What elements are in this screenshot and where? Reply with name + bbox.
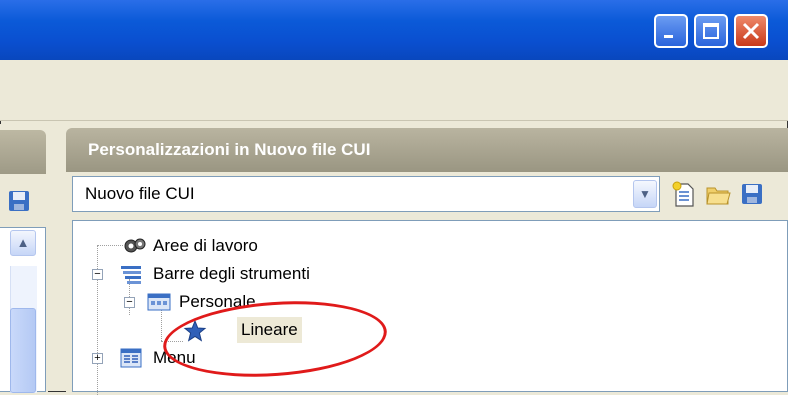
maximize-button[interactable]	[694, 14, 728, 48]
left-panel-header	[0, 130, 46, 174]
minimize-icon	[664, 35, 673, 38]
customizations-tree[interactable]: Aree di lavoro − Barre degli strumenti −…	[72, 220, 788, 395]
minimize-button[interactable]	[654, 14, 688, 48]
save-icon[interactable]	[738, 180, 766, 208]
maximize-icon	[703, 23, 719, 39]
collapse-button[interactable]: −	[92, 269, 103, 280]
chevron-down-icon[interactable]: ▼	[633, 180, 657, 208]
tree-item-barre-degli-strumenti[interactable]: − Barre degli strumenti	[73, 261, 393, 287]
cui-file-select-value: Nuovo file CUI	[85, 184, 195, 203]
close-icon	[742, 22, 760, 40]
left-tree-list[interactable]: ▲	[0, 227, 46, 393]
close-button[interactable]	[734, 14, 768, 48]
menu-bar	[0, 60, 788, 121]
scroll-up-button[interactable]: ▲	[10, 230, 36, 256]
customizations-panel-header: Personalizzazioni in Nuovo file CUI	[66, 128, 788, 172]
save-icon[interactable]	[8, 190, 30, 212]
expand-button[interactable]: +	[92, 353, 103, 364]
panel-title: Personalizzazioni in Nuovo file CUI	[88, 140, 371, 159]
cui-file-select[interactable]: Nuovo file CUI ▼	[72, 176, 660, 212]
new-file-icon[interactable]	[670, 180, 698, 208]
toolbar-icon	[147, 293, 171, 311]
collapse-button[interactable]: −	[124, 297, 135, 308]
tree-item-aree-di-lavoro[interactable]: Aree di lavoro	[73, 233, 373, 259]
left-panel: ▲	[0, 124, 48, 393]
tree-item-label: Aree di lavoro	[153, 236, 258, 255]
title-bar	[0, 0, 788, 60]
gears-icon	[124, 238, 146, 253]
menu-icon	[120, 348, 142, 368]
scrollbar-thumb[interactable]	[10, 308, 36, 393]
toolbars-icon	[121, 266, 141, 284]
tree-item-label: Barre degli strumenti	[153, 264, 310, 283]
open-folder-icon[interactable]	[704, 180, 732, 208]
